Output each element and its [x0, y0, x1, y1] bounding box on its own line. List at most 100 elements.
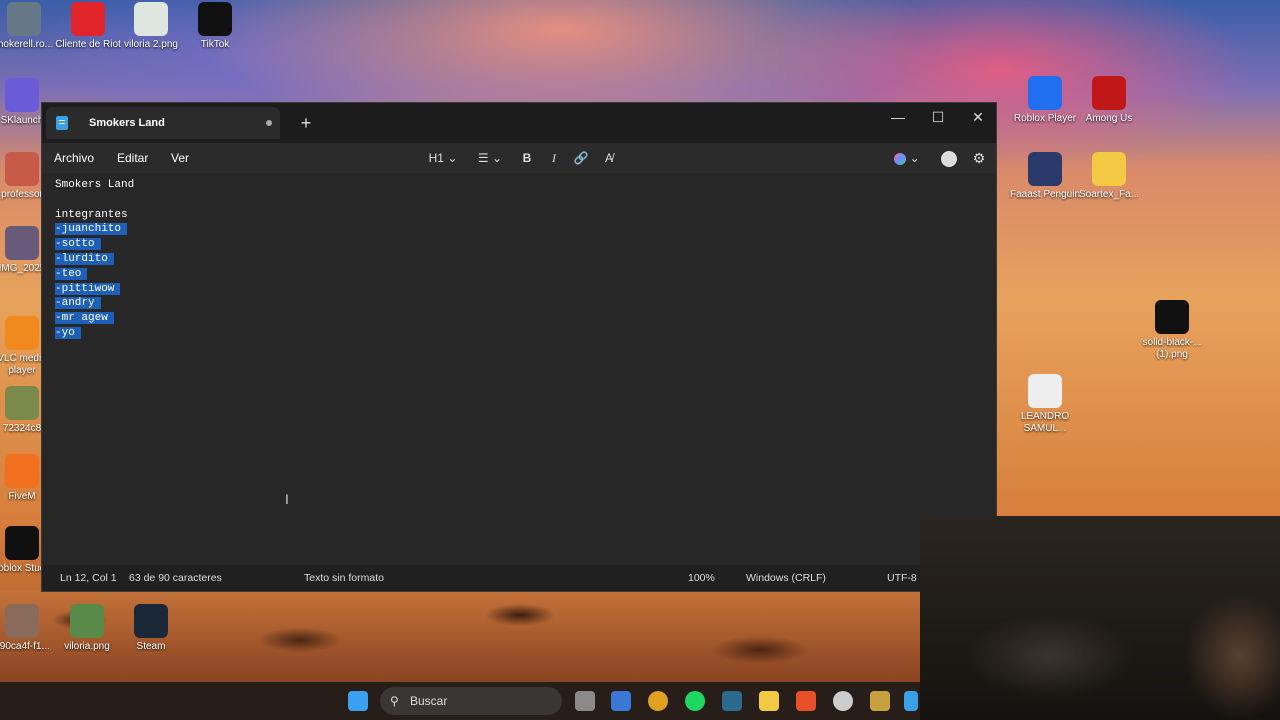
task-view-icon[interactable] — [575, 691, 595, 711]
desktop-icon-label: Soartex_Fa... — [1078, 189, 1140, 200]
character-count: 63 de 90 caracteres — [129, 572, 222, 584]
selected-text: -sotto — [55, 238, 101, 251]
selected-text: -andry — [55, 297, 101, 310]
tab-smokers-land[interactable]: Smokers Land — [46, 107, 280, 139]
format-mode[interactable]: Texto sin formato — [304, 572, 384, 584]
desktop-icon-label: 890ca4f-f1... — [0, 641, 50, 652]
copilot-icon — [894, 152, 907, 165]
line-text: Smokers Land — [55, 179, 135, 191]
editor-line: -juanchito — [55, 222, 996, 237]
selected-text: -teo — [55, 267, 88, 280]
chevron-down-icon: ⌄ — [909, 151, 920, 165]
menu-bar: Archivo Editar Ver H1 ⌄ ☰ ⌄ B I 🔗 A̸ ⌄ ⚙ — [42, 143, 996, 173]
desktop-icon[interactable]: Soartex_Fa... — [1073, 152, 1145, 201]
copilot-button[interactable]: ⌄ — [892, 149, 922, 167]
editor-line: -andry — [55, 296, 996, 311]
settings-gear-icon[interactable]: ⚙ — [970, 149, 988, 167]
text-editor[interactable]: Smokers Land integrantes -juanchito -sotto -… — [42, 173, 996, 565]
desktop-icon-label: Roblox Player — [1013, 113, 1077, 124]
sklauncher-icon — [5, 78, 39, 112]
desktop-icon-label: viloria 2.png — [124, 39, 178, 50]
unsaved-dot-icon[interactable] — [266, 120, 272, 126]
close-button[interactable]: ✕ — [958, 105, 998, 131]
desktop-icon[interactable]: 890ca4f-f1... — [0, 604, 58, 653]
desktop-icon-label: viloria.png — [64, 641, 110, 652]
account-icon[interactable] — [940, 149, 958, 167]
desktop-icon-label: LEANDRO SAMUL... — [1020, 411, 1070, 434]
professor-icon — [5, 152, 39, 186]
desktop-icon[interactable]: mokerell.ro... — [0, 2, 60, 51]
desktop-icon[interactable]: Roblox Player — [1009, 76, 1081, 125]
search-icon: ⚲ — [390, 694, 399, 708]
title-bar: Smokers Land + — ☐ ✕ — [42, 103, 996, 143]
maximize-button[interactable]: ☐ — [918, 105, 958, 131]
editor-line: -sotto — [55, 237, 996, 252]
cursor-position: Ln 12, Col 1 — [60, 572, 117, 584]
penguin-icon — [1028, 152, 1062, 186]
obs-icon[interactable] — [833, 691, 853, 711]
desktop-icon-label: solid-black-... (1).png — [1142, 337, 1202, 360]
program-icon — [7, 2, 41, 36]
desktop-icon[interactable]: viloria.png — [51, 604, 123, 653]
menu-ver[interactable]: Ver — [171, 151, 189, 165]
roblox-studio-icon — [5, 526, 39, 560]
taskbar: ⚲ Buscar — [0, 682, 920, 720]
store-icon[interactable] — [611, 691, 631, 711]
zoom-level[interactable]: 100% — [688, 572, 715, 584]
desktop-icon[interactable]: Faaast Penguin — [1009, 152, 1081, 201]
selected-text: -lurdito — [55, 252, 114, 265]
selected-text: -yo — [55, 326, 81, 339]
image-icon — [134, 2, 168, 36]
desktop-icon[interactable]: Steam — [115, 604, 187, 653]
minecraft-launcher-icon[interactable] — [722, 691, 742, 711]
fivem-icon — [5, 454, 39, 488]
encoding[interactable]: UTF-8 — [887, 572, 917, 584]
tiktok-icon — [198, 2, 232, 36]
heading-dropdown[interactable]: H1 ⌄ — [427, 149, 459, 167]
folder-icon — [1092, 152, 1126, 186]
file-explorer-icon[interactable] — [759, 691, 779, 711]
minimize-button[interactable]: — — [878, 105, 918, 131]
search-box[interactable]: ⚲ Buscar — [380, 687, 562, 715]
chevron-down-icon: ⌄ — [447, 151, 458, 165]
selected-text: -juanchito — [55, 223, 128, 236]
brave-icon[interactable] — [796, 691, 816, 711]
link-icon[interactable]: 🔗 — [572, 149, 590, 167]
text-cursor-icon: I — [285, 491, 289, 507]
chrome-icon — [1028, 374, 1062, 408]
desktop-icon-label: Faaast Penguin — [1009, 189, 1081, 200]
list-dropdown[interactable]: ☰ ⌄ — [474, 149, 506, 167]
desktop-icon-label: Among Us — [1085, 113, 1133, 124]
windows-start-icon[interactable] — [348, 691, 368, 711]
chevron-down-icon: ⌄ — [492, 151, 503, 165]
notepad-icon — [56, 116, 68, 130]
new-tab-button[interactable]: + — [294, 111, 318, 135]
desktop-icon[interactable]: TikTok — [179, 2, 251, 51]
vlc-icon — [5, 316, 39, 350]
editor-line: -mr agew — [55, 311, 996, 326]
clear-format-icon[interactable]: A̸ — [600, 149, 618, 167]
desktop-icon[interactable]: LEANDRO SAMUL... — [1009, 374, 1081, 435]
notepad-window: Smokers Land + — ☐ ✕ Archivo Editar Ver … — [41, 102, 997, 592]
spotify-icon[interactable] — [685, 691, 705, 711]
riot-icon — [71, 2, 105, 36]
desktop-icon[interactable]: Among Us — [1073, 76, 1145, 125]
desktop-icon[interactable]: viloria 2.png — [115, 2, 187, 51]
editor-line: -yo — [55, 326, 996, 341]
chrome-icon[interactable] — [648, 691, 668, 711]
line-ending[interactable]: Windows (CRLF) — [746, 572, 826, 584]
tab-title: Smokers Land — [89, 117, 165, 129]
menu-archivo[interactable]: Archivo — [54, 151, 94, 165]
menu-editar[interactable]: Editar — [117, 151, 148, 165]
desktop-icon-label: mokerell.ro... — [0, 39, 53, 50]
desktop-icon[interactable]: Cliente de Riot — [52, 2, 124, 51]
italic-button[interactable]: I — [547, 149, 561, 167]
bold-button[interactable]: B — [520, 149, 534, 167]
desktop-icon[interactable]: solid-black-... (1).png — [1136, 300, 1208, 361]
app-icon[interactable] — [870, 691, 890, 711]
image-icon — [70, 604, 104, 638]
editor-line: -pittiwow — [55, 282, 996, 297]
line-text: integrantes — [55, 208, 128, 221]
notepad-taskbar-icon[interactable] — [904, 691, 918, 711]
